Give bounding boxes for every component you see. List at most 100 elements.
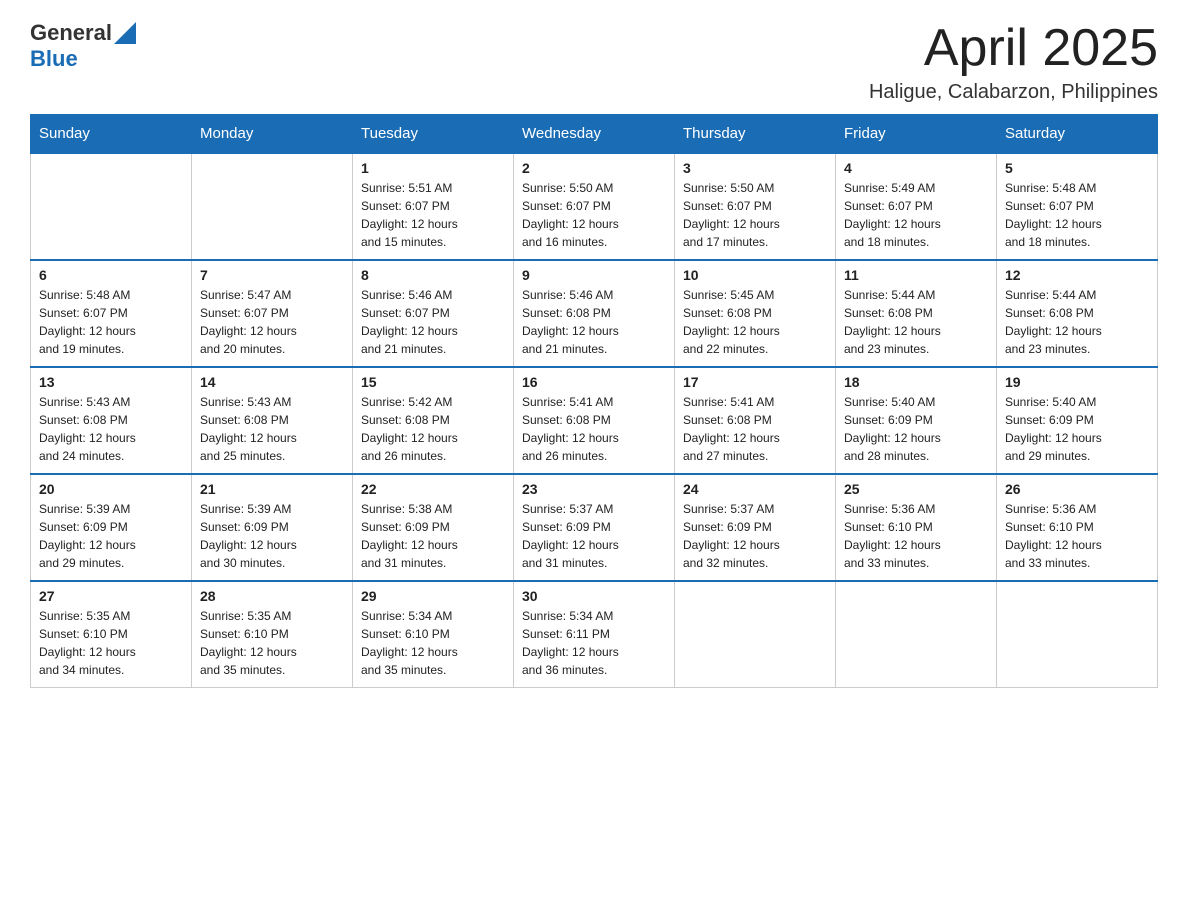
day-number: 21 [200, 481, 344, 497]
day-info: Sunrise: 5:50 AM Sunset: 6:07 PM Dayligh… [522, 179, 666, 251]
calendar-cell: 7Sunrise: 5:47 AM Sunset: 6:07 PM Daylig… [192, 260, 353, 367]
day-info: Sunrise: 5:40 AM Sunset: 6:09 PM Dayligh… [844, 393, 988, 465]
calendar-cell: 19 Sunrise: 5:40 AM Sunset: 6:09 PM Dayli… [997, 367, 1158, 474]
calendar-cell: 6 Sunrise: 5:48 AM Sunset: 6:07 PM Daylig… [31, 260, 192, 367]
day-info: Sunrise: 5:50 AM Sunset: 6:07 PM Dayligh… [683, 179, 827, 251]
calendar-cell: 17 Sunrise: 5:41 AM Sunset: 6:08 PM Dayli… [675, 367, 836, 474]
day-number: 16 [522, 374, 666, 390]
day-number: 19 [1005, 374, 1149, 390]
day-info: Sunrise: 5:45 AM Sunset: 6:08 PM Dayligh… [683, 286, 827, 358]
day-number: 2 [522, 160, 666, 176]
day-number: 24 [683, 481, 827, 497]
day-number: 26 [1005, 481, 1149, 497]
calendar-week-1: 1 Sunrise: 5:51 AM Sunset: 6:07 PM Daylig… [31, 153, 1158, 260]
col-thursday: Thursday [675, 115, 836, 154]
calendar-cell: 23 Sunrise: 5:37 AM Sunset: 6:09 PM Dayli… [514, 474, 675, 581]
day-number: 1 [361, 160, 505, 176]
calendar-cell: 27Sunrise: 5:35 AM Sunset: 6:10 PM Dayli… [31, 581, 192, 688]
day-number: 14 [200, 374, 344, 390]
calendar-cell: 18 Sunrise: 5:40 AM Sunset: 6:09 PM Dayli… [836, 367, 997, 474]
page-header: General Blue April 2025 Haligue, Calabar… [30, 20, 1158, 104]
day-info: Sunrise: 5:37 AM Sunset: 6:09 PM Dayligh… [522, 500, 666, 572]
calendar-week-4: 20 Sunrise: 5:39 AM Sunset: 6:09 PM Dayli… [31, 474, 1158, 581]
calendar-cell: 25 Sunrise: 5:36 AM Sunset: 6:10 PM Dayli… [836, 474, 997, 581]
calendar-cell: 28 Sunrise: 5:35 AM Sunset: 6:10 PM Dayli… [192, 581, 353, 688]
day-number: 13 [39, 374, 183, 390]
calendar-cell: 24 Sunrise: 5:37 AM Sunset: 6:09 PM Dayli… [675, 474, 836, 581]
day-number: 17 [683, 374, 827, 390]
col-monday: Monday [192, 115, 353, 154]
col-sunday: Sunday [31, 115, 192, 154]
day-number: 12 [1005, 267, 1149, 283]
day-number: 6 [39, 267, 183, 283]
day-info: Sunrise: 5:40 AM Sunset: 6:09 PM Dayligh… [1005, 393, 1149, 465]
day-number: 9 [522, 267, 666, 283]
day-info: Sunrise: 5:49 AM Sunset: 6:07 PM Dayligh… [844, 179, 988, 251]
logo-wordmark: General Blue [30, 20, 136, 72]
day-info: Sunrise: 5:44 AM Sunset: 6:08 PM Dayligh… [1005, 286, 1149, 358]
day-number: 20 [39, 481, 183, 497]
day-info: Sunrise: 5:36 AM Sunset: 6:10 PM Dayligh… [844, 500, 988, 572]
col-tuesday: Tuesday [353, 115, 514, 154]
calendar-cell: 12 Sunrise: 5:44 AM Sunset: 6:08 PM Dayli… [997, 260, 1158, 367]
calendar-week-5: 27 Sunrise: 5:35 AM Sunset: 6:10 PM Dayli… [31, 581, 1158, 688]
day-number: 10 [683, 267, 827, 283]
location-title: Haligue, Calabarzon, Philippines [869, 81, 1158, 104]
day-info: Sunrise: 5:46 AM Sunset: 6:07 PM Dayligh… [361, 286, 505, 358]
day-number: 23 [522, 481, 666, 497]
calendar-table: Sunday Monday Tuesday Wednesday Thursday… [30, 114, 1158, 688]
col-wednesday: Wednesday [514, 115, 675, 154]
day-number: 18 [844, 374, 988, 390]
calendar-cell: 16 Sunrise: 5:41 AM Sunset: 6:08 PM Dayli… [514, 367, 675, 474]
day-info: Sunrise: 5:41 AM Sunset: 6:08 PM Dayligh… [683, 393, 827, 465]
day-info: Sunrise: 5:39 AM Sunset: 6:09 PM Dayligh… [200, 500, 344, 572]
calendar-cell: 30Sunrise: 5:34 AM Sunset: 6:11 PM Dayli… [514, 581, 675, 688]
calendar-cell: 26 Sunrise: 5:36 AM Sunset: 6:10 PM Dayli… [997, 474, 1158, 581]
day-info: Sunrise: 5:36 AM Sunset: 6:10 PM Dayligh… [1005, 500, 1149, 572]
calendar-cell: 15 Sunrise: 5:42 AM Sunset: 6:08 PM Dayli… [353, 367, 514, 474]
calendar-cell [192, 153, 353, 260]
day-info: Sunrise: 5:37 AM Sunset: 6:09 PM Dayligh… [683, 500, 827, 572]
day-info: Sunrise: 5:35 AM Sunset: 6:10 PM Dayligh… [200, 607, 344, 679]
day-number: 25 [844, 481, 988, 497]
calendar-week-3: 13 Sunrise: 5:43 AM Sunset: 6:08 PM Dayli… [31, 367, 1158, 474]
day-info: Sunrise: 5:51 AM Sunset: 6:07 PM Dayligh… [361, 179, 505, 251]
day-info: Sunrise: 5:44 AM Sunset: 6:08 PM Dayligh… [844, 286, 988, 358]
day-info: Sunrise: 5:43 AM Sunset: 6:08 PM Dayligh… [39, 393, 183, 465]
day-info: Sunrise: 5:42 AM Sunset: 6:08 PM Dayligh… [361, 393, 505, 465]
day-number: 4 [844, 160, 988, 176]
day-info: Sunrise: 5:48 AM Sunset: 6:07 PM Dayligh… [1005, 179, 1149, 251]
day-info: Sunrise: 5:41 AM Sunset: 6:08 PM Dayligh… [522, 393, 666, 465]
calendar-cell: 1 Sunrise: 5:51 AM Sunset: 6:07 PM Daylig… [353, 153, 514, 260]
calendar-cell: 8 Sunrise: 5:46 AM Sunset: 6:07 PM Daylig… [353, 260, 514, 367]
calendar-body: 1 Sunrise: 5:51 AM Sunset: 6:07 PM Daylig… [31, 153, 1158, 688]
calendar-cell [836, 581, 997, 688]
day-number: 15 [361, 374, 505, 390]
day-number: 29 [361, 588, 505, 604]
logo-general-text: General [30, 20, 112, 46]
col-friday: Friday [836, 115, 997, 154]
day-info: Sunrise: 5:43 AM Sunset: 6:08 PM Dayligh… [200, 393, 344, 465]
title-block: April 2025 Haligue, Calabarzon, Philippi… [869, 20, 1158, 104]
day-number: 7 [200, 267, 344, 283]
calendar-cell: 3 Sunrise: 5:50 AM Sunset: 6:07 PM Daylig… [675, 153, 836, 260]
calendar-cell: 11 Sunrise: 5:44 AM Sunset: 6:08 PM Dayli… [836, 260, 997, 367]
logo: General Blue [30, 20, 136, 72]
day-number: 27 [39, 588, 183, 604]
day-info: Sunrise: 5:48 AM Sunset: 6:07 PM Dayligh… [39, 286, 183, 358]
day-number: 22 [361, 481, 505, 497]
calendar-cell [997, 581, 1158, 688]
calendar-cell: 21 Sunrise: 5:39 AM Sunset: 6:09 PM Dayli… [192, 474, 353, 581]
calendar-cell: 9Sunrise: 5:46 AM Sunset: 6:08 PM Daylig… [514, 260, 675, 367]
calendar-week-2: 6 Sunrise: 5:48 AM Sunset: 6:07 PM Daylig… [31, 260, 1158, 367]
calendar-cell: 4 Sunrise: 5:49 AM Sunset: 6:07 PM Daylig… [836, 153, 997, 260]
header-row: Sunday Monday Tuesday Wednesday Thursday… [31, 115, 1158, 154]
month-title: April 2025 [869, 20, 1158, 77]
day-number: 3 [683, 160, 827, 176]
day-info: Sunrise: 5:34 AM Sunset: 6:11 PM Dayligh… [522, 607, 666, 679]
day-number: 11 [844, 267, 988, 283]
day-number: 28 [200, 588, 344, 604]
day-number: 5 [1005, 160, 1149, 176]
calendar-cell: 2 Sunrise: 5:50 AM Sunset: 6:07 PM Daylig… [514, 153, 675, 260]
day-number: 8 [361, 267, 505, 283]
